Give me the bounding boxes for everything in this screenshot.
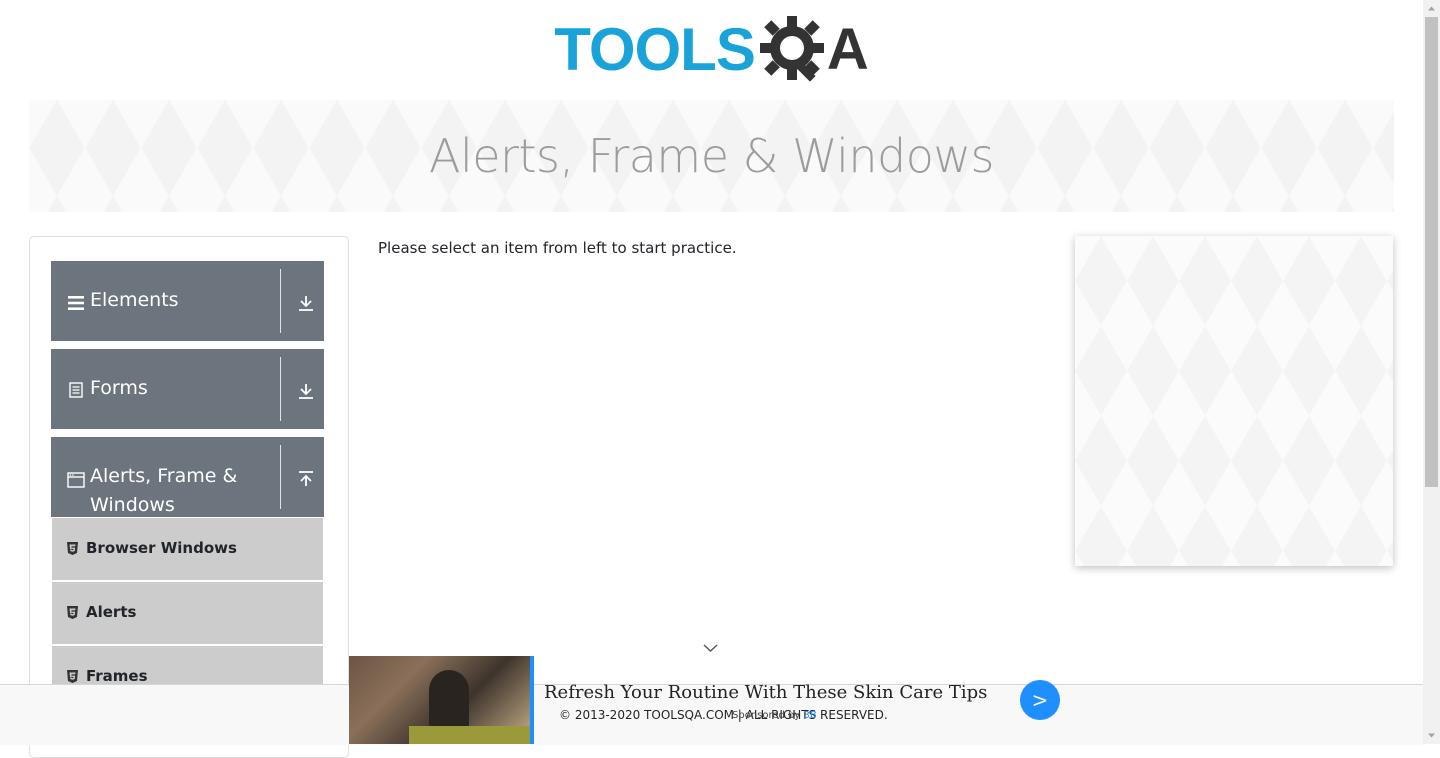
page-scrollbar[interactable] — [1423, 0, 1440, 744]
scroll-up-icon[interactable] — [1427, 4, 1436, 13]
sidebar: Elements Forms Alerts, Frame & Windows B… — [29, 236, 349, 758]
window-icon — [67, 472, 85, 488]
sidebar-group-label: Forms — [90, 377, 148, 399]
sidebar-group-forms[interactable]: Forms — [51, 349, 324, 429]
ad-sponsored-prefix: Sponsored by — [732, 710, 801, 721]
html5-icon — [67, 542, 78, 555]
sidebar-item-browser-windows[interactable]: Browser Windows — [52, 518, 323, 580]
page-title: Alerts, Frame & Windows — [429, 129, 994, 183]
divider — [280, 269, 281, 333]
gear-icon — [759, 16, 824, 82]
page-banner: Alerts, Frame & Windows — [29, 100, 1394, 212]
logo-a: A — [826, 17, 869, 82]
ad-title[interactable]: Refresh Your Routine With These Skin Car… — [544, 682, 987, 703]
sidebar-group-label-line2: Windows — [90, 494, 175, 516]
sidebar-item-alerts[interactable]: Alerts — [52, 582, 323, 644]
chevron-down-icon[interactable] — [703, 642, 718, 654]
ad-image[interactable] — [349, 656, 530, 744]
header: TOOLS A — [0, 0, 1423, 100]
scrollbar-thumb[interactable] — [1425, 17, 1438, 487]
ad-accent-bar — [530, 656, 534, 744]
ad-sponsor-line: Sponsored by 3B — [732, 710, 817, 721]
ad-placeholder — [1075, 236, 1393, 566]
practice-instruction: Please select an item from left to start… — [378, 239, 737, 257]
html5-icon — [67, 606, 78, 619]
ad-image-figure — [429, 670, 469, 730]
sidebar-group-elements[interactable]: Elements — [51, 261, 324, 341]
html5-icon — [67, 670, 78, 683]
sidebar-item-label: Frames — [86, 667, 148, 685]
sidebar-item-label: Browser Windows — [86, 539, 237, 557]
download-arrow-icon[interactable] — [296, 381, 316, 401]
scroll-down-icon[interactable] — [1427, 731, 1436, 740]
ad-go-button[interactable]: > — [1020, 680, 1060, 720]
sidebar-group-label-line1: Alerts, Frame & — [90, 465, 238, 487]
document-icon — [69, 382, 83, 398]
divider — [280, 357, 281, 421]
toolsqa-logo[interactable]: TOOLS A — [554, 10, 869, 90]
sidebar-group-alerts-frame-windows[interactable]: Alerts, Frame & Windows — [51, 437, 324, 517]
bottom-ad[interactable]: Refresh Your Routine With These Skin Car… — [349, 656, 1069, 744]
ad-image-mat — [409, 726, 530, 744]
sidebar-group-label: Elements — [90, 289, 179, 311]
ad-sponsor-name[interactable]: 3B — [804, 710, 817, 721]
download-arrow-icon[interactable] — [296, 293, 316, 313]
upload-arrow-icon[interactable] — [296, 469, 316, 489]
divider — [280, 445, 281, 509]
logo-text: TOOLS — [554, 16, 756, 83]
hamburger-icon — [68, 296, 84, 310]
sidebar-item-label: Alerts — [86, 603, 137, 621]
logo-qa: A — [759, 14, 869, 86]
